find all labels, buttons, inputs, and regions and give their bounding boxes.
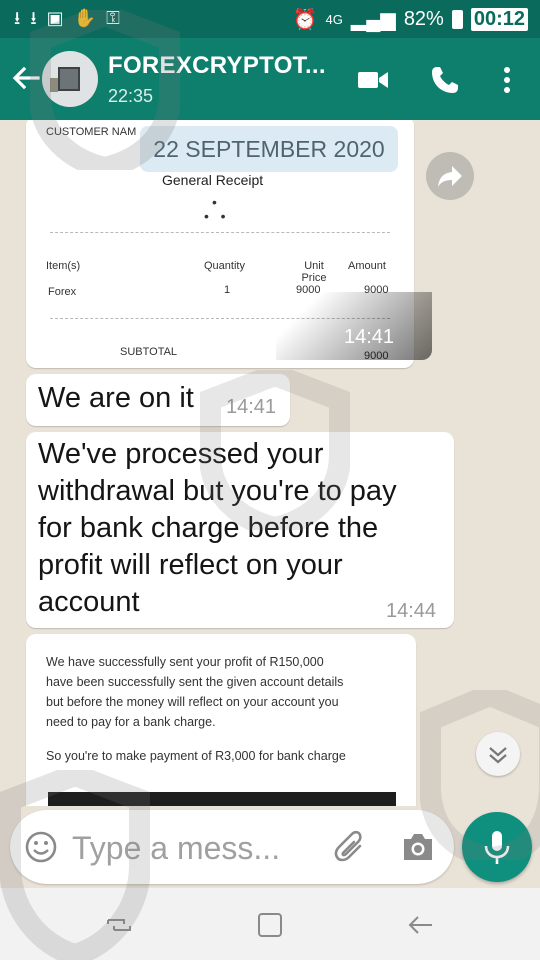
col-quantity: Quantity xyxy=(204,260,245,272)
chat-area[interactable]: CUSTOMER NAM General Receipt • • • Item(… xyxy=(0,120,540,806)
chevron-down-icon xyxy=(489,747,507,764)
hand-icon: ✋ xyxy=(73,8,97,28)
contact-name[interactable]: FOREXCRYPTOT... xyxy=(108,52,326,80)
forward-button[interactable] xyxy=(426,152,474,200)
signal-icon: ▂▄▆ xyxy=(350,9,396,31)
key-icon: ⚿ xyxy=(106,8,120,28)
last-seen: 22:35 xyxy=(108,86,154,106)
avatar[interactable] xyxy=(42,51,98,107)
message-time: 14:44 xyxy=(386,600,437,622)
withdraw-bar: WITHDRAW METHOD: Bank xyxy=(48,792,396,806)
message-time: 14:41 xyxy=(344,326,395,348)
message-bubble[interactable]: We are on it 14:41 xyxy=(26,374,290,426)
screenshot-line: need to pay for a bank charge. xyxy=(46,715,216,729)
back-icon[interactable] xyxy=(404,908,438,942)
message-line: withdrawal but you're to pay xyxy=(38,475,397,507)
date-separator: 22 SEPTEMBER 2020 xyxy=(140,126,398,172)
camera-icon[interactable] xyxy=(400,830,436,864)
download-icon: ⭳ xyxy=(14,8,21,28)
customer-label: CUSTOMER NAM xyxy=(46,126,137,138)
system-nav-bar xyxy=(0,888,540,960)
screenshot-line: We have successfully sent your profit of… xyxy=(46,655,324,669)
row-item: Forex xyxy=(48,286,77,298)
microphone-icon xyxy=(484,831,510,864)
message-line: account xyxy=(38,586,140,618)
emoji-icon[interactable] xyxy=(24,830,58,864)
message-time: 14:41 xyxy=(226,396,277,418)
col-unit-price: Unit Price xyxy=(301,260,327,284)
status-bar: ⭳ ⭳ ▣ ✋ ⚿ ⏰ 4G ▂▄▆ 82% 00:12 xyxy=(0,0,540,38)
row-quantity: 1 xyxy=(224,284,231,296)
receipt-title: General Receipt xyxy=(162,172,264,188)
forward-icon xyxy=(438,166,462,187)
message-bubble[interactable]: We've processed your withdrawal but you'… xyxy=(26,432,454,628)
col-amount: Amount xyxy=(348,260,386,272)
message-line: profit will reflect on your xyxy=(38,549,343,581)
home-icon[interactable] xyxy=(253,908,287,942)
message-text: We've processed your withdrawal but you'… xyxy=(38,436,397,621)
battery-percent: 82% xyxy=(403,8,444,30)
battery-icon xyxy=(451,10,463,29)
phone-icon[interactable] xyxy=(428,63,462,97)
screenshot-line: So you're to make payment of R3,000 for … xyxy=(46,749,346,763)
mic-button[interactable] xyxy=(462,812,532,882)
message-line: for bank charge before the xyxy=(38,512,379,544)
paperclip-icon[interactable] xyxy=(332,828,370,866)
message-input-bar[interactable]: Type a mess... xyxy=(10,810,454,884)
video-camera-icon[interactable] xyxy=(356,63,390,97)
screenshot-image[interactable]: We have successfully sent your profit of… xyxy=(34,642,408,806)
more-vert-icon[interactable] xyxy=(490,63,524,97)
download-icon: ⭳ xyxy=(30,8,37,28)
message-text: We are on it xyxy=(38,382,194,414)
notification-icons: ⭳ ⭳ ▣ ✋ ⚿ xyxy=(14,8,120,28)
recent-apps-icon[interactable] xyxy=(102,908,136,942)
message-input[interactable]: Type a mess... xyxy=(72,830,280,867)
arrow-left-icon[interactable] xyxy=(10,62,42,94)
col-items: Item(s) xyxy=(46,260,81,272)
screenshot-line: have been successfully sent the given ac… xyxy=(46,675,344,689)
image-message-screenshot[interactable]: We have successfully sent your profit of… xyxy=(26,634,416,806)
scroll-down-button[interactable] xyxy=(476,732,520,776)
subtotal-label: SUBTOTAL xyxy=(120,346,178,358)
message-line: We've processed your xyxy=(38,438,324,470)
chat-header: FOREXCRYPTOT... 22:35 xyxy=(0,38,540,120)
clock-time: 00:12 xyxy=(473,8,525,30)
clock: 00:12 xyxy=(470,8,528,31)
network-label: 4G xyxy=(325,12,343,27)
screenshot-line: but before the money will reflect on you… xyxy=(46,695,339,709)
alarm-icon: ⏰ xyxy=(292,9,318,31)
image-icon: ▣ xyxy=(46,8,64,28)
